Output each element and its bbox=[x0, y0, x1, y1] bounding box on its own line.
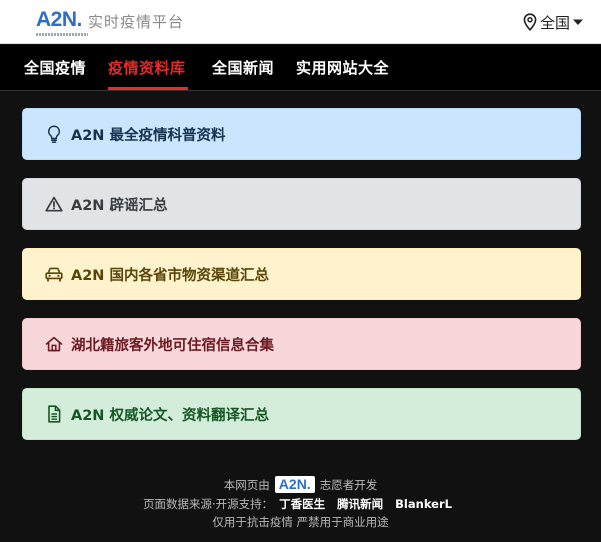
tab-epidemic-database[interactable]: 疫情资料库 bbox=[108, 57, 186, 78]
card-label: A2N 最全疫情科普资料 bbox=[71, 127, 226, 144]
a2n-badge-logo[interactable]: A2N. bbox=[274, 476, 315, 493]
logo-tagline-strip bbox=[36, 33, 88, 36]
card-science-materials[interactable]: A2N 最全疫情科普资料 bbox=[22, 108, 581, 160]
tab-national-epidemic[interactable]: 全国疫情 bbox=[24, 57, 86, 78]
active-tab-indicator bbox=[108, 87, 188, 90]
logo-text: A2N. bbox=[36, 9, 82, 31]
app-title: 实时疫情平台 bbox=[88, 13, 185, 31]
warning-icon bbox=[45, 195, 63, 213]
logo-dot: . bbox=[76, 8, 83, 31]
footer-line-disclaimer: 仅用于抗击疫情 严禁用于商业用途 bbox=[212, 515, 389, 529]
footer-text: 页面数据来源·开源支持： bbox=[143, 497, 274, 511]
card-label: A2N 辟谣汇总 bbox=[71, 197, 168, 214]
card-papers-translation[interactable]: A2N 权威论文、资料翻译汇总 bbox=[22, 388, 581, 440]
a2n-logo[interactable]: A2N. bbox=[36, 9, 88, 37]
card-rumor-debunk[interactable]: A2N 辟谣汇总 bbox=[22, 178, 581, 230]
main-nav: 全国疫情 疫情资料库 全国新闻 实用网站大全 bbox=[0, 45, 601, 91]
location-pin-icon bbox=[522, 13, 538, 31]
tab-useful-websites[interactable]: 实用网站大全 bbox=[296, 57, 389, 78]
footer-text: 本网页由 bbox=[223, 478, 270, 492]
source-link-dxy[interactable]: 丁香医生 bbox=[279, 497, 325, 511]
lightbulb-icon bbox=[45, 125, 63, 143]
car-icon bbox=[45, 265, 63, 283]
card-label: A2N 权威论文、资料翻译汇总 bbox=[71, 407, 269, 424]
region-label: 全国 bbox=[539, 13, 570, 32]
footer-text: 志愿者开发 bbox=[319, 478, 378, 492]
footer-line-developer: 本网页由 A2N. 志愿者开发 bbox=[0, 476, 601, 494]
top-header: A2N. 实时疫情平台 全国 bbox=[0, 0, 601, 44]
card-label: A2N 国内各省市物资渠道汇总 bbox=[71, 267, 269, 284]
card-supply-channels[interactable]: A2N 国内各省市物资渠道汇总 bbox=[22, 248, 581, 300]
tab-national-news[interactable]: 全国新闻 bbox=[212, 57, 274, 78]
logo-letters: A2N bbox=[36, 8, 77, 31]
card-label: 湖北籍旅客外地可住宿信息合集 bbox=[71, 337, 274, 354]
home-icon bbox=[45, 335, 63, 353]
source-link-blankerl[interactable]: BlankerL bbox=[395, 497, 452, 511]
region-selector[interactable]: 全国 bbox=[522, 10, 584, 34]
footer-line-sources: 页面数据来源·开源支持： 丁香医生 腾讯新闻 BlankerL bbox=[0, 495, 601, 513]
card-hubei-accommodation[interactable]: 湖北籍旅客外地可住宿信息合集 bbox=[22, 318, 581, 370]
caret-down-icon bbox=[572, 17, 584, 27]
source-link-tencent-news[interactable]: 腾讯新闻 bbox=[337, 497, 383, 511]
document-icon bbox=[45, 405, 63, 423]
